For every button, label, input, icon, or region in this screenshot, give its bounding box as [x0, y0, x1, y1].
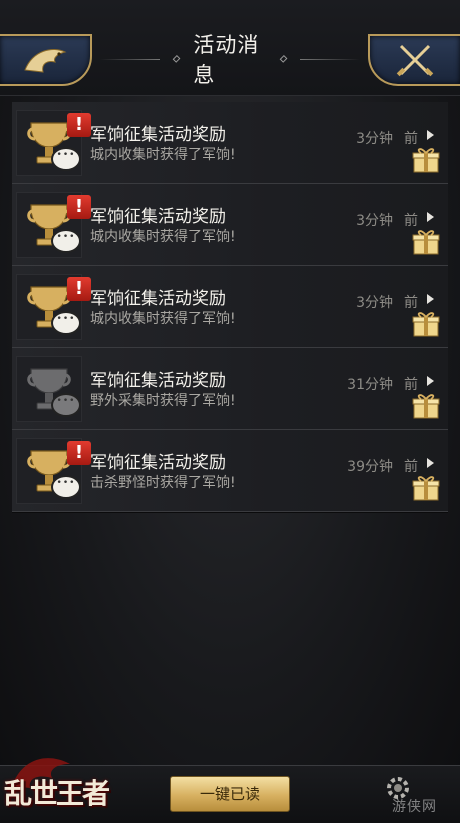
message-subtitle: 城内收集时获得了军饷! [90, 311, 236, 327]
back-button[interactable] [0, 34, 92, 86]
message-item[interactable]: ! 军饷征集活动奖励 城内收集时获得了军饷! 3分钟 前 [12, 102, 448, 185]
row-divider [12, 512, 448, 513]
message-icon-frame: ! [16, 110, 91, 176]
dragon-back-icon [24, 48, 67, 73]
watermark-text: 游侠网 [392, 799, 437, 815]
gift-box-icon[interactable] [412, 146, 440, 174]
chat-bubble-icon [51, 229, 81, 253]
title-ornament-right [299, 58, 360, 60]
message-item[interactable]: ! 军饷征集活动奖励 城内收集时获得了军饷! 3分钟 前 [12, 266, 448, 349]
chat-bubble-icon [51, 393, 81, 417]
gift-box-icon[interactable] [412, 310, 440, 338]
chevron-right-icon [427, 294, 434, 304]
message-title: 军饷征集活动奖励 [90, 207, 226, 227]
game-logo: 乱世王者 [4, 777, 110, 810]
unread-badge: ! [67, 195, 91, 219]
message-title: 军饷征集活动奖励 [90, 125, 226, 145]
chat-bubble-icon [51, 147, 81, 171]
message-subtitle: 城内收集时获得了军饷! [90, 147, 236, 163]
footer-bar: 乱世王者 一键已读 游侠网 [0, 758, 460, 823]
message-icon-frame: ! [16, 274, 91, 340]
unread-badge: ! [67, 277, 91, 301]
message-subtitle: 击杀野怪时获得了军饷! [90, 475, 236, 491]
message-time-suffix: 前 [404, 295, 418, 311]
chevron-right-icon [427, 212, 434, 222]
unread-badge: ! [67, 113, 91, 137]
message-item[interactable]: ! 军饷征集活动奖励 城内收集时获得了军饷! 3分钟 前 [12, 184, 448, 267]
message-title: 军饷征集活动奖励 [90, 289, 226, 309]
header-bar: 活动消息 [0, 0, 460, 96]
message-time: 3分钟 [356, 295, 393, 311]
message-title: 军饷征集活动奖励 [90, 453, 226, 473]
message-subtitle: 城内收集时获得了军饷! [90, 229, 236, 245]
message-time: 31分钟 [347, 377, 393, 393]
chevron-right-icon [427, 130, 434, 140]
message-icon-frame: ! [16, 192, 91, 258]
unread-badge: ! [67, 441, 91, 465]
message-time-suffix: 前 [404, 459, 418, 475]
message-icon-frame [16, 356, 82, 422]
mark-all-read-button[interactable]: 一键已读 [170, 776, 290, 812]
gift-box-icon[interactable] [412, 392, 440, 420]
close-button[interactable] [368, 34, 460, 86]
title-diamond-left [172, 54, 181, 64]
message-time-suffix: 前 [404, 213, 418, 229]
message-subtitle: 野外采集时获得了军饷! [90, 393, 236, 409]
message-time: 3分钟 [356, 131, 393, 147]
message-list: ! 军饷征集活动奖励 城内收集时获得了军饷! 3分钟 前 ! [12, 102, 448, 513]
title-ornament-left [100, 58, 160, 60]
page-title: 活动消息 [193, 33, 260, 87]
message-time-suffix: 前 [404, 377, 418, 393]
chat-bubble-icon [51, 475, 81, 499]
message-time-suffix: 前 [404, 131, 418, 147]
chevron-right-icon [427, 458, 434, 468]
message-time: 39分钟 [347, 459, 393, 475]
chat-bubble-icon [51, 311, 81, 335]
gift-box-icon[interactable] [412, 474, 440, 502]
gift-box-icon[interactable] [412, 228, 440, 256]
message-title: 军饷征集活动奖励 [90, 371, 226, 391]
message-item[interactable]: 军饷征集活动奖励 野外采集时获得了军饷! 31分钟 前 [12, 348, 448, 431]
message-item[interactable]: ! 军饷征集活动奖励 击杀野怪时获得了军饷! 39分钟 前 [12, 430, 448, 513]
crossed-swords-close-icon [396, 44, 434, 77]
title-group: 活动消息 [100, 33, 360, 87]
message-time: 3分钟 [356, 213, 393, 229]
chevron-right-icon [427, 376, 434, 386]
title-diamond-right [279, 54, 288, 64]
message-icon-frame: ! [16, 438, 91, 504]
